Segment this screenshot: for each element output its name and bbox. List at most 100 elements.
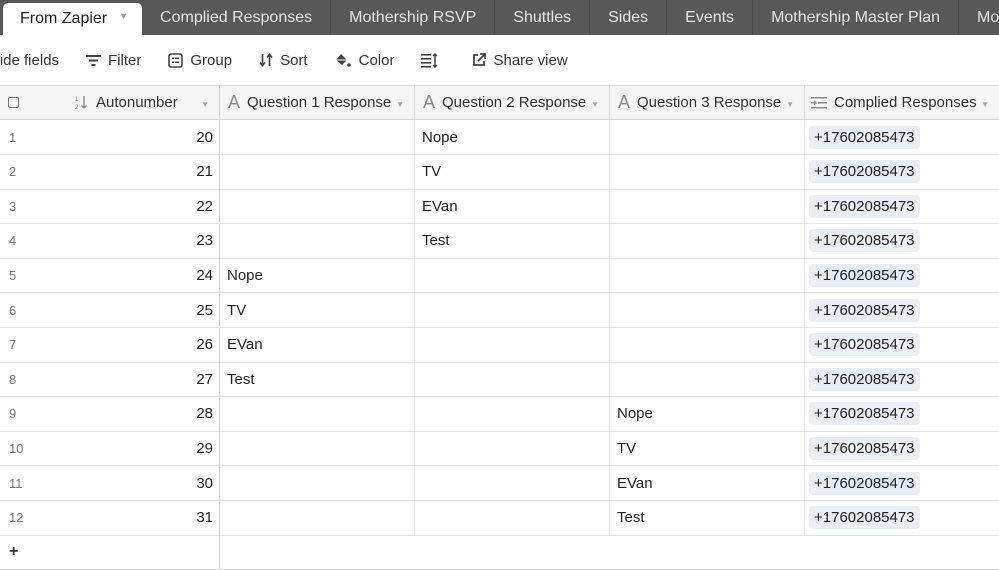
color-button[interactable]: Color: [335, 52, 394, 69]
cell-question-3[interactable]: [610, 154, 805, 189]
cell-question-2[interactable]: [415, 293, 610, 327]
cell-complied-responses[interactable]: +17602085473: [805, 328, 999, 362]
chevron-down-icon[interactable]: ▼: [396, 100, 404, 109]
cell-question-1[interactable]: [220, 154, 415, 189]
cell-question-3[interactable]: [610, 327, 805, 362]
table-row[interactable]: 10 29 TV +17602085473: [0, 431, 999, 467]
cell-complied-responses[interactable]: +17602085473: [805, 189, 999, 223]
hide-fields-button[interactable]: Hide fields: [0, 52, 59, 69]
table-row[interactable]: 11 30 EVan +17602085473: [0, 466, 999, 501]
group-button[interactable]: Group: [168, 52, 232, 69]
linked-record-chip[interactable]: +17602085473: [809, 402, 920, 426]
table-row[interactable]: 12 31 Test +17602085473: [0, 500, 999, 536]
chevron-down-icon[interactable]: ▼: [981, 100, 989, 109]
table-row[interactable]: 1 20 Nope +17602085473: [0, 120, 999, 155]
table-row[interactable]: 5 24 Nope +17602085473: [0, 258, 999, 294]
linked-record-chip[interactable]: +17602085473: [809, 506, 920, 530]
cell-question-1[interactable]: [220, 466, 415, 500]
cell-question-1[interactable]: [220, 396, 415, 431]
cell-question-2[interactable]: [415, 327, 610, 362]
add-record-button[interactable]: +: [0, 535, 220, 569]
table-row[interactable]: 4 23 Test +17602085473: [0, 223, 999, 259]
table-row[interactable]: 3 22 EVan +17602085473: [0, 189, 999, 225]
tab-truncated[interactable]: Mo: [959, 0, 999, 35]
row-height-button[interactable]: [421, 52, 445, 68]
linked-record-chip[interactable]: +17602085473: [809, 367, 920, 391]
share-view-button[interactable]: Share view: [472, 52, 568, 69]
cell-question-2[interactable]: EVan: [415, 189, 610, 224]
add-row[interactable]: +: [0, 535, 999, 570]
linked-record-chip[interactable]: +17602085473: [809, 471, 920, 495]
cell-question-1[interactable]: Nope: [220, 258, 415, 293]
table-row[interactable]: 8 27 Test +17602085473: [0, 362, 999, 398]
column-header-complied-responses[interactable]: Complied Responses ▼: [805, 86, 999, 119]
chevron-down-icon[interactable]: ▼: [786, 100, 794, 109]
cell-question-2[interactable]: Test: [415, 223, 610, 258]
linked-record-chip[interactable]: +17602085473: [809, 229, 920, 253]
cell-autonumber[interactable]: 23: [68, 223, 220, 258]
chevron-down-icon[interactable]: ▼: [591, 100, 599, 109]
cell-complied-responses[interactable]: +17602085473: [805, 120, 999, 154]
cell-question-1[interactable]: [220, 500, 415, 535]
cell-autonumber[interactable]: 24: [68, 258, 220, 293]
cell-autonumber[interactable]: 29: [68, 431, 220, 466]
cell-question-3[interactable]: TV: [610, 431, 805, 466]
linked-record-chip[interactable]: +17602085473: [809, 194, 920, 218]
cell-autonumber[interactable]: 30: [68, 466, 220, 500]
tab-shuttles[interactable]: Shuttles: [495, 0, 591, 35]
cell-question-3[interactable]: [610, 293, 805, 327]
tab-complied-responses[interactable]: Complied Responses: [142, 0, 332, 35]
cell-question-3[interactable]: [610, 362, 805, 397]
tab-sides[interactable]: Sides: [590, 0, 668, 35]
cell-complied-responses[interactable]: +17602085473: [805, 501, 999, 535]
table-row[interactable]: 2 21 TV +17602085473: [0, 154, 999, 190]
tab-mothership-rsvp[interactable]: Mothership RSVP: [331, 0, 496, 35]
cell-autonumber[interactable]: 20: [68, 120, 220, 154]
cell-question-1[interactable]: EVan: [220, 327, 415, 362]
table-row[interactable]: 7 26 EVan +17602085473: [0, 327, 999, 363]
cell-question-2[interactable]: Nope: [415, 120, 610, 154]
cell-question-1[interactable]: [220, 189, 415, 224]
cell-question-2[interactable]: TV: [415, 154, 610, 189]
linked-record-chip[interactable]: +17602085473: [809, 125, 920, 149]
cell-question-1[interactable]: Test: [220, 362, 415, 397]
linked-record-chip[interactable]: +17602085473: [809, 436, 920, 460]
cell-autonumber[interactable]: 26: [68, 327, 220, 362]
cell-question-1[interactable]: TV: [220, 293, 415, 327]
tab-mothership-master-plan[interactable]: Mothership Master Plan: [753, 0, 960, 35]
linked-record-chip[interactable]: +17602085473: [809, 333, 920, 357]
column-header-question-3[interactable]: A Question 3 Response ▼: [610, 86, 805, 119]
cell-question-1[interactable]: [220, 120, 415, 154]
cell-complied-responses[interactable]: +17602085473: [805, 431, 999, 465]
cell-question-2[interactable]: [415, 466, 610, 500]
chevron-down-icon[interactable]: ▼: [201, 100, 209, 109]
cell-autonumber[interactable]: 22: [68, 189, 220, 224]
column-header-question-2[interactable]: A Question 2 Response ▼: [415, 86, 610, 119]
cell-autonumber[interactable]: 25: [68, 293, 220, 327]
cell-question-3[interactable]: [610, 189, 805, 224]
cell-question-3[interactable]: EVan: [610, 466, 805, 500]
cell-complied-responses[interactable]: +17602085473: [805, 258, 999, 292]
column-header-autonumber[interactable]: 12 Autonumber ▼: [68, 86, 220, 119]
cell-question-2[interactable]: [415, 431, 610, 466]
table-row[interactable]: 9 28 Nope +17602085473: [0, 396, 999, 432]
chevron-down-icon[interactable]: ▼: [119, 11, 128, 21]
cell-question-3[interactable]: [610, 120, 805, 154]
filter-button[interactable]: Filter: [86, 52, 141, 69]
cell-question-1[interactable]: [220, 431, 415, 466]
cell-complied-responses[interactable]: +17602085473: [805, 224, 999, 258]
cell-autonumber[interactable]: 27: [68, 362, 220, 397]
tab-events[interactable]: Events: [667, 0, 754, 35]
cell-question-2[interactable]: [415, 396, 610, 431]
linked-record-chip[interactable]: +17602085473: [809, 298, 920, 322]
sort-button[interactable]: Sort: [259, 52, 308, 69]
cell-autonumber[interactable]: 31: [68, 500, 220, 535]
cell-question-3[interactable]: [610, 258, 805, 293]
cell-question-1[interactable]: [220, 223, 415, 258]
cell-autonumber[interactable]: 21: [68, 154, 220, 189]
cell-question-3[interactable]: [610, 223, 805, 258]
cell-complied-responses[interactable]: +17602085473: [805, 293, 999, 327]
table-row[interactable]: 6 25 TV +17602085473: [0, 293, 999, 328]
cell-complied-responses[interactable]: +17602085473: [805, 397, 999, 431]
linked-record-chip[interactable]: +17602085473: [809, 160, 920, 184]
